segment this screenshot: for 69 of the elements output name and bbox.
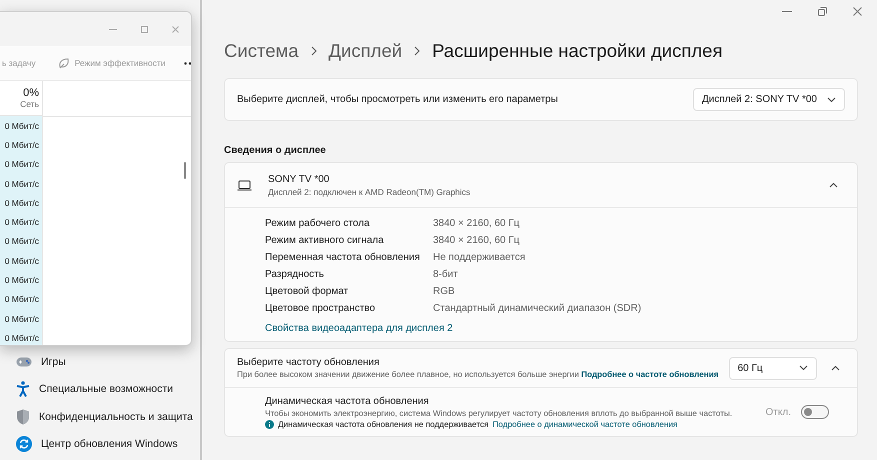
close-icon[interactable] (172, 26, 179, 32)
dynamic-refresh-description: Чтобы экономить электроэнергию, система Windows регулирует частоту обновления вплоть до выбранной выше частоты. (265, 408, 732, 418)
info-value: 8-бит (433, 269, 459, 280)
shield-icon (16, 408, 30, 425)
sidebar-item[interactable]: Конфиденциальность и защита (0, 403, 200, 430)
accessibility-icon (16, 381, 30, 398)
close-icon[interactable] (853, 6, 862, 16)
chevron-up-icon (831, 365, 840, 371)
dynamic-refresh-notice: Динамическая частота обновления не поддерживается (278, 420, 489, 428)
chevron-right-icon (310, 46, 317, 56)
info-value: Не поддерживается (433, 252, 526, 263)
dynamic-refresh-link[interactable]: Подробнее о динамической частоте обновления (492, 420, 678, 428)
breadcrumb-item: Расширенные настройки дисплея (432, 40, 722, 62)
sidebar-item[interactable]: Специальные возможности (0, 376, 200, 403)
info-value: 3840 × 2160, 60 Гц (433, 218, 520, 229)
network-percent: 0% (23, 87, 39, 99)
restore-icon[interactable] (818, 6, 827, 16)
scrollbar-thumb[interactable] (184, 162, 186, 179)
network-cell: 0 Мбит/с (0, 212, 42, 232)
network-cell: 0 Мбит/с (0, 154, 42, 174)
info-value: 3840 × 2160, 60 Гц (433, 235, 520, 246)
info-label: Цветовой формат (265, 286, 350, 297)
refresh-rate-link[interactable]: Подробнее о частоте обновления (581, 370, 719, 379)
column-header[interactable]: Сеть (20, 99, 39, 109)
network-cell: 0 Мбит/с (0, 193, 42, 212)
refresh-rate-description: При более высоком значении движение более плавное, но используется больше энергии Подробнее о частоте обновления (237, 370, 719, 379)
gamepad-icon (16, 356, 32, 367)
info-label: Режим рабочего стола (265, 218, 371, 229)
display-dropdown[interactable]: Дисплей 2: SONY TV *00 (693, 88, 845, 111)
chevron-down-icon (827, 96, 836, 102)
chevron-up-icon (828, 182, 838, 188)
network-cell: 0 Мбит/с (0, 270, 42, 290)
leaf-icon (58, 58, 70, 68)
breadcrumb-item[interactable]: Система (224, 40, 299, 62)
network-cell: 0 Мбит/с (0, 308, 42, 328)
chevron-right-icon (414, 46, 420, 56)
dynamic-refresh-title: Динамическая частота обновления (265, 396, 430, 406)
network-cell: 0 Мбит/с (0, 116, 42, 136)
toggle-state-label: Откл. (766, 406, 791, 418)
refresh-rate-title: Выберите частоту обновления (237, 357, 380, 368)
network-cell: 0 Мбит/с (0, 290, 42, 309)
display-subtitle: Дисплей 2: подключен к AMD Radeon(TM) Graphics (268, 186, 470, 196)
network-cell: 0 Мбит/с (0, 174, 42, 194)
info-value: Стандартный динамический диапазон (SDR) (433, 303, 642, 314)
display-select-label: Выберите дисплей, чтобы просмотреть или изменить его параметры (237, 94, 558, 105)
minimize-icon[interactable] (109, 28, 117, 30)
info-label: Переменная частота обновления (265, 252, 421, 263)
section-title: Сведения о дисплее (224, 145, 327, 156)
network-cell: 0 Мбит/с (0, 328, 42, 345)
adapter-properties-link[interactable]: Свойства видеоадаптера для дисплея 2 (265, 323, 453, 334)
maximize-icon[interactable] (141, 26, 148, 32)
info-value: RGB (433, 286, 456, 297)
info-label: Режим активного сигнала (265, 235, 385, 246)
network-cell: 0 Мбит/с (0, 251, 42, 270)
refresh-rate-dropdown[interactable]: 60 Гц (728, 356, 817, 380)
sidebar-item[interactable]: Центр обновления Windows (0, 430, 200, 458)
display-name: SONY TV *00 (268, 174, 330, 184)
sidebar-item[interactable]: Игры (0, 348, 200, 376)
breadcrumb-item[interactable]: Дисплей (328, 40, 402, 62)
info-icon (265, 420, 274, 428)
network-cell: 0 Мбит/с (0, 232, 42, 252)
info-label: Цветовое пространство (265, 303, 376, 314)
minimize-icon[interactable] (782, 10, 792, 12)
laptop-icon (237, 180, 252, 190)
network-cell: 0 Мбит/с (0, 135, 42, 155)
update-icon (16, 436, 32, 452)
toggle-switch[interactable] (801, 405, 829, 419)
chevron-down-icon (798, 365, 808, 371)
info-label: Разрядность (265, 269, 325, 280)
